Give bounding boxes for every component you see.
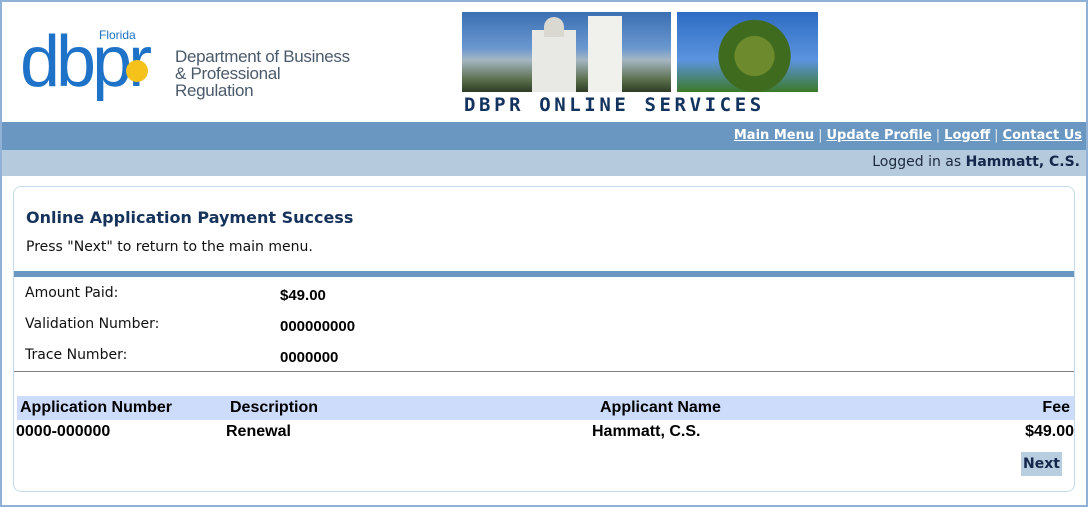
amount-paid-value: $49.00 bbox=[280, 287, 326, 304]
nav-links: Main Menu | Update Profile | Logoff | Contact … bbox=[734, 128, 1082, 143]
nav-update-profile-link[interactable]: Update Profile bbox=[826, 128, 931, 143]
logged-in-prefix: Logged in as bbox=[872, 154, 962, 170]
logo-dept-line1: Department of Business bbox=[175, 47, 350, 66]
column-header-description: Description bbox=[230, 399, 319, 416]
top-nav-bar: Main Menu | Update Profile | Logoff | Contact … bbox=[2, 122, 1086, 150]
palm-tree-photo bbox=[677, 12, 818, 92]
applicant-name-cell: Hammatt, C.S. bbox=[592, 423, 701, 440]
column-header-application-number: Application Number bbox=[20, 399, 173, 416]
banner-title: DBPR ONLINE SERVICES bbox=[464, 94, 765, 116]
page-title: Online Application Payment Success bbox=[26, 208, 354, 227]
nav-main-menu-link[interactable]: Main Menu bbox=[734, 128, 814, 143]
logo-department-name: Department of Business & Professional Re… bbox=[175, 48, 363, 99]
online-services-banner: DBPR ONLINE SERVICES bbox=[462, 10, 820, 120]
nav-logoff-link[interactable]: Logoff bbox=[944, 128, 990, 143]
validation-number-value: 000000000 bbox=[280, 318, 356, 335]
page-frame: dbpr Florida Department of Business & Pr… bbox=[0, 0, 1088, 507]
capitol-dome-shape bbox=[544, 17, 564, 37]
nav-separator: | bbox=[818, 128, 823, 143]
trace-number-label: Trace Number: bbox=[25, 347, 128, 363]
nav-separator: | bbox=[994, 128, 999, 143]
table-header-row: Application Number Description Applicant… bbox=[17, 396, 1074, 420]
nav-contact-us-link[interactable]: Contact Us bbox=[1003, 128, 1082, 143]
column-header-applicant-name: Applicant Name bbox=[600, 399, 721, 416]
user-status-bar: Logged in as Hammatt, C.S. bbox=[2, 150, 1086, 176]
section-divider bbox=[14, 371, 1074, 372]
application-number-cell: 0000-000000 bbox=[16, 423, 111, 440]
capitol-photo bbox=[462, 12, 671, 92]
capitol-tower-shape bbox=[588, 16, 622, 92]
section-divider bbox=[14, 271, 1074, 277]
validation-number-label: Validation Number: bbox=[25, 316, 160, 332]
header: dbpr Florida Department of Business & Pr… bbox=[2, 2, 1086, 122]
fee-cell: $49.00 bbox=[1025, 423, 1074, 440]
logo-dept-line2: & Professional Regulation bbox=[175, 64, 281, 100]
logo-sun-icon bbox=[126, 60, 148, 82]
dbpr-logo[interactable]: dbpr Florida Department of Business & Pr… bbox=[18, 22, 363, 106]
logo-state: Florida bbox=[99, 28, 136, 42]
description-cell: Renewal bbox=[226, 423, 291, 440]
column-header-fee: Fee bbox=[1042, 399, 1070, 416]
capitol-building-shape bbox=[532, 30, 576, 92]
nav-separator: | bbox=[935, 128, 941, 143]
instruction-text: Press "Next" to return to the main menu. bbox=[26, 239, 313, 255]
logged-in-user-name: Hammatt, C.S. bbox=[965, 154, 1080, 170]
trace-number-value: 0000000 bbox=[280, 349, 339, 366]
payment-success-panel: Online Application Payment Success Press… bbox=[13, 186, 1075, 492]
logged-in-status: Logged in as Hammatt, C.S. bbox=[872, 154, 1080, 170]
next-button[interactable]: Next bbox=[1021, 452, 1062, 476]
amount-paid-label: Amount Paid: bbox=[25, 285, 119, 301]
